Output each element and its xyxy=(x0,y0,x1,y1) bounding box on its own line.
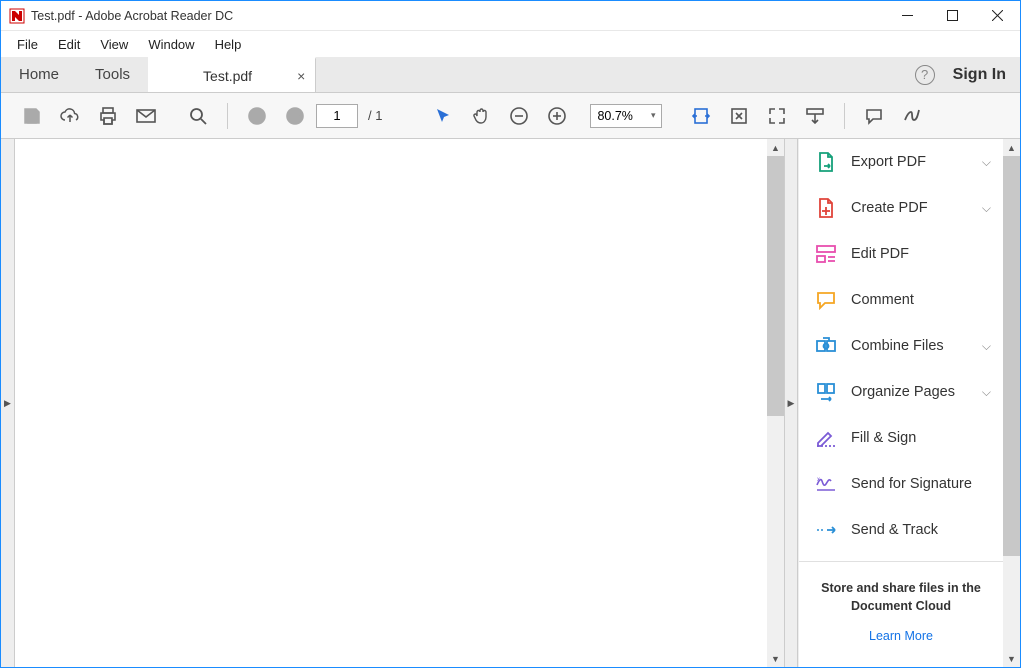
document-tab-title: Test.pdf xyxy=(203,68,252,84)
page-number-input[interactable] xyxy=(316,104,358,128)
tool-label: Create PDF xyxy=(851,200,928,216)
menubar: File Edit View Window Help xyxy=(1,31,1020,57)
sign-in-button[interactable]: Sign In xyxy=(953,66,1006,84)
close-button[interactable] xyxy=(975,1,1020,30)
vertical-scrollbar[interactable]: ▲ ▼ xyxy=(767,139,784,667)
edit-pdf-icon xyxy=(815,243,837,265)
learn-more-link[interactable]: Learn More xyxy=(869,629,933,643)
read-mode-icon[interactable] xyxy=(798,99,832,133)
send-signature-icon: x xyxy=(815,473,837,495)
chevron-down-icon: ⌵ xyxy=(982,155,991,170)
tool-send-track[interactable]: Send & Track xyxy=(799,507,1003,553)
document-tab[interactable]: Test.pdf × xyxy=(148,57,316,92)
tool-label: Send for Signature xyxy=(851,476,972,492)
chevron-down-icon: ⌵ xyxy=(982,385,991,400)
tool-label: Send & Track xyxy=(851,522,938,538)
tool-fill-sign[interactable]: Fill & Sign xyxy=(799,415,1003,461)
export-pdf-icon xyxy=(815,151,837,173)
left-panel-toggle[interactable]: ▶ xyxy=(1,139,15,667)
fill-sign-icon xyxy=(815,427,837,449)
scrollbar-thumb[interactable] xyxy=(1003,156,1020,556)
toolbar: / 1 80.7% xyxy=(1,93,1020,139)
fit-width-icon[interactable] xyxy=(684,99,718,133)
menu-edit[interactable]: Edit xyxy=(48,34,90,55)
menu-file[interactable]: File xyxy=(7,34,48,55)
tool-label: Comment xyxy=(851,292,914,308)
minimize-button[interactable] xyxy=(885,1,930,30)
tool-send-signature[interactable]: x Send for Signature xyxy=(799,461,1003,507)
send-track-icon xyxy=(815,519,837,541)
zoom-select[interactable]: 80.7% xyxy=(590,104,662,128)
svg-text:x: x xyxy=(817,477,820,483)
tab-tools[interactable]: Tools xyxy=(77,57,148,92)
cloud-promo: Store and share files in the Document Cl… xyxy=(799,561,1003,663)
document-viewport[interactable]: ▲ ▼ xyxy=(15,139,784,667)
comment-icon[interactable] xyxy=(857,99,891,133)
tool-combine-files[interactable]: Combine Files ⌵ xyxy=(799,323,1003,369)
fullscreen-icon[interactable] xyxy=(760,99,794,133)
app-icon xyxy=(9,8,25,24)
document-tab-close-icon[interactable]: × xyxy=(297,68,305,84)
window-title: Test.pdf - Adobe Acrobat Reader DC xyxy=(31,9,885,23)
tool-organize-pages[interactable]: Organize Pages ⌵ xyxy=(799,369,1003,415)
tabbar: Home Tools Test.pdf × ? Sign In xyxy=(1,57,1020,93)
maximize-button[interactable] xyxy=(930,1,975,30)
tools-panel: Export PDF ⌵ Create PDF ⌵ Edit PDF Comme… xyxy=(798,139,1020,667)
page-total-label: / 1 xyxy=(368,108,382,123)
right-panel-toggle[interactable]: ▶ xyxy=(784,139,798,667)
organize-pages-icon xyxy=(815,381,837,403)
selection-tool-icon[interactable] xyxy=(426,99,460,133)
toolbar-separator xyxy=(227,103,228,129)
search-icon[interactable] xyxy=(181,99,215,133)
combine-files-icon xyxy=(815,335,837,357)
tool-label: Fill & Sign xyxy=(851,430,916,446)
cloud-upload-icon[interactable] xyxy=(53,99,87,133)
page-up-icon[interactable] xyxy=(240,99,274,133)
workspace: ▶ ▲ ▼ ▶ Export PDF ⌵ Create PDF ⌵ xyxy=(1,139,1020,667)
zoom-out-icon[interactable] xyxy=(502,99,536,133)
toolbar-separator xyxy=(844,103,845,129)
zoom-value: 80.7% xyxy=(597,109,632,123)
tab-home[interactable]: Home xyxy=(1,57,77,92)
hand-tool-icon[interactable] xyxy=(464,99,498,133)
page-down-icon[interactable] xyxy=(278,99,312,133)
menu-window[interactable]: Window xyxy=(138,34,204,55)
save-icon[interactable] xyxy=(15,99,49,133)
tool-comment[interactable]: Comment xyxy=(799,277,1003,323)
comment-tool-icon xyxy=(815,289,837,311)
chevron-down-icon: ⌵ xyxy=(982,339,991,354)
tool-label: Edit PDF xyxy=(851,246,909,262)
menu-help[interactable]: Help xyxy=(205,34,252,55)
cloud-promo-title: Store and share files in the Document Cl… xyxy=(811,580,991,615)
tool-export-pdf[interactable]: Export PDF ⌵ xyxy=(799,139,1003,185)
tool-create-pdf[interactable]: Create PDF ⌵ xyxy=(799,185,1003,231)
scrollbar-thumb[interactable] xyxy=(767,156,784,416)
titlebar: Test.pdf - Adobe Acrobat Reader DC xyxy=(1,1,1020,31)
help-icon[interactable]: ? xyxy=(915,65,935,85)
tool-label: Organize Pages xyxy=(851,384,955,400)
print-icon[interactable] xyxy=(91,99,125,133)
chevron-down-icon: ⌵ xyxy=(982,201,991,216)
zoom-in-icon[interactable] xyxy=(540,99,574,133)
email-icon[interactable] xyxy=(129,99,163,133)
fit-page-icon[interactable] xyxy=(722,99,756,133)
tool-edit-pdf[interactable]: Edit PDF xyxy=(799,231,1003,277)
menu-view[interactable]: View xyxy=(90,34,138,55)
sign-icon[interactable] xyxy=(895,99,929,133)
create-pdf-icon xyxy=(815,197,837,219)
panel-scrollbar[interactable]: ▲ ▼ xyxy=(1003,139,1020,667)
tool-label: Combine Files xyxy=(851,338,944,354)
tools-panel-list: Export PDF ⌵ Create PDF ⌵ Edit PDF Comme… xyxy=(799,139,1003,553)
tool-label: Export PDF xyxy=(851,154,926,170)
